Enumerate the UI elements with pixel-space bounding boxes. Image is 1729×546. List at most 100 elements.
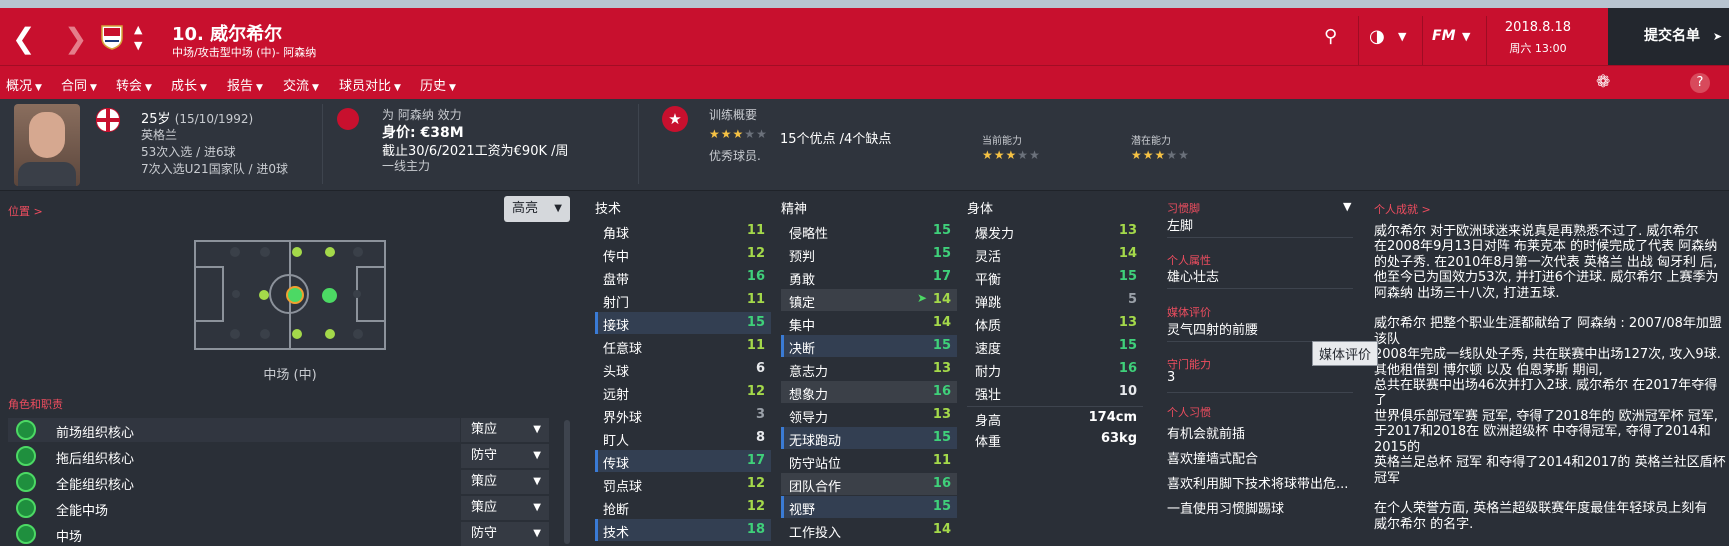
player-switch-arrows[interactable]: ▲ ▼	[134, 22, 142, 54]
tab-development[interactable]: 成长 ▼	[171, 75, 207, 94]
attribute-name: 接球	[603, 319, 630, 334]
side-chevron-down-icon[interactable]: ▼	[1343, 200, 1351, 213]
position-section-title[interactable]: 位置 >	[8, 203, 43, 219]
chevron-down-icon: ▼	[35, 83, 42, 93]
window-top-strip	[0, 0, 1729, 8]
fm-logo-icon[interactable]: FM	[1432, 28, 1456, 44]
highlight-dropdown[interactable]: 高亮 ▼	[504, 196, 570, 222]
attribute-row[interactable]: 界外球 3	[595, 404, 771, 426]
attribute-name: 意志力	[789, 365, 829, 380]
attribute-row[interactable]: 意志力 13	[781, 358, 957, 380]
fm-chevron-down-icon[interactable]: ▼	[1462, 30, 1470, 43]
roles-section-title: 角色和职责	[8, 398, 63, 411]
attribute-row[interactable]: 想象力 16	[781, 381, 957, 403]
role-row[interactable]: 中场 防守 ▼	[8, 522, 549, 546]
forward-arrow-icon[interactable]: ❯	[64, 22, 87, 55]
attribute-row[interactable]: 爆发力 13	[967, 220, 1143, 242]
globe-icon[interactable]: ◑	[1369, 26, 1385, 47]
chevron-up-icon[interactable]: ▲	[134, 22, 142, 38]
attribute-row[interactable]: 弹跳 5	[967, 289, 1143, 311]
attribute-row[interactable]: 灵活 14	[967, 243, 1143, 265]
tab-interaction[interactable]: 交流 ▼	[283, 75, 319, 94]
attribute-row[interactable]: 盯人 8	[595, 427, 771, 449]
duty-dropdown[interactable]: 策应 ▼	[461, 496, 549, 520]
attribute-row[interactable]: 传球 17	[595, 450, 771, 472]
tab-history[interactable]: 历史 ▼	[420, 75, 456, 94]
pitch-left-box	[196, 266, 224, 322]
attribute-row[interactable]: 罚点球 12	[595, 473, 771, 495]
attribute-value: 15	[932, 246, 951, 261]
attribute-row[interactable]: 抢断 12	[595, 496, 771, 518]
duty-dropdown[interactable]: 策应 ▼	[461, 418, 549, 442]
gk-ability-value: 3	[1167, 370, 1176, 385]
tab-reports[interactable]: 报告 ▼	[227, 75, 263, 94]
tab-label: 成长	[171, 79, 198, 94]
position-dot-good	[325, 247, 335, 257]
role-row[interactable]: 前场组织核心 策应 ▼	[8, 418, 549, 442]
attribute-name: 无球跑动	[789, 434, 842, 449]
attribute-row[interactable]: 耐力 16	[967, 358, 1143, 380]
attribute-row[interactable]: 强壮 10	[967, 381, 1143, 403]
attribute-name: 射门	[603, 296, 630, 311]
attribute-row[interactable]: 角球 11	[595, 220, 771, 242]
role-row[interactable]: 全能中场 策应 ▼	[8, 496, 549, 520]
help-icon[interactable]: ?	[1690, 73, 1710, 93]
attribute-row[interactable]: 盘带 16	[595, 266, 771, 288]
globe-chevron-down-icon[interactable]: ▼	[1398, 30, 1406, 43]
attribute-row[interactable]: 技术 18	[595, 519, 771, 541]
role-name: 中场	[56, 530, 83, 545]
attribute-row[interactable]: 射门 11	[595, 289, 771, 311]
attribute-row[interactable]: 防守站位 11	[781, 450, 957, 472]
roles-scrollbar[interactable]	[564, 420, 570, 544]
attribute-row[interactable]: 决断 15	[781, 335, 957, 357]
attribute-row[interactable]: 集中 14	[781, 312, 957, 334]
tab-transfer[interactable]: 转会 ▼	[116, 75, 152, 94]
search-icon[interactable]: ⚲	[1324, 26, 1337, 47]
attribute-row[interactable]: 平衡 15	[967, 266, 1143, 288]
attribute-name: 盯人	[603, 434, 630, 449]
attribute-value: 16	[932, 476, 951, 491]
chevron-down-icon: ▼	[200, 83, 207, 93]
attribute-row[interactable]: 镇定 14 ➤	[781, 289, 957, 311]
duty-label: 策应	[471, 474, 498, 489]
duty-dropdown[interactable]: 防守 ▼	[461, 522, 549, 546]
tab-compare[interactable]: 球员对比 ▼	[339, 75, 401, 94]
tab-overview[interactable]: 概况 ▼	[6, 75, 42, 102]
attribute-row[interactable]: 接球 15	[595, 312, 771, 334]
attribute-row[interactable]: 传中 12	[595, 243, 771, 265]
chevron-down-icon: ▼	[256, 83, 263, 93]
attribute-name: 平衡	[975, 273, 1002, 288]
attribute-row[interactable]: 预判 15	[781, 243, 957, 265]
attribute-name: 耐力	[975, 365, 1002, 380]
attribute-row[interactable]: 速度 15	[967, 335, 1143, 357]
game-date: 2018.8.18	[1504, 20, 1572, 35]
tab-contract[interactable]: 合同 ▼	[61, 75, 97, 94]
attribute-row[interactable]: 头球 6	[595, 358, 771, 380]
chevron-down-icon[interactable]: ▼	[134, 38, 142, 54]
paw-icon[interactable]: ❁	[1596, 72, 1610, 92]
duty-dropdown[interactable]: 策应 ▼	[461, 470, 549, 494]
submit-team-button[interactable]: 提交名单 ➤	[1608, 8, 1729, 65]
attribute-value: 17	[746, 453, 765, 468]
player-title: 10. 威尔希尔	[172, 24, 283, 45]
attribute-row[interactable]: 侵略性 15	[781, 220, 957, 242]
attribute-name: 抢断	[603, 503, 630, 518]
attribute-row[interactable]: 勇敢 17	[781, 266, 957, 288]
attribute-row[interactable]: 团队合作 16	[781, 473, 957, 495]
attribute-row[interactable]: 任意球 11	[595, 335, 771, 357]
tab-bar: 概况 ▼ 合同 ▼ 转会 ▼ 成长 ▼ 报告 ▼ 交流 ▼ 球员对比 ▼ 历史 ▼ ❁ ?	[0, 65, 1729, 102]
attribute-row[interactable]: 领导力 13	[781, 404, 957, 426]
attribute-row[interactable]: 视野 15	[781, 496, 957, 518]
role-row[interactable]: 全能组织核心 策应 ▼	[8, 470, 549, 494]
back-arrow-icon[interactable]: ❮	[12, 22, 35, 55]
star-empty-icon: ★	[1029, 148, 1041, 162]
attribute-row[interactable]: 无球跑动 15	[781, 427, 957, 449]
attribute-row[interactable]: 体质 13	[967, 312, 1143, 334]
duty-dropdown[interactable]: 防守 ▼	[461, 444, 549, 468]
attribute-row[interactable]: 工作投入 14	[781, 519, 957, 541]
achievements-title[interactable]: 个人成就 >	[1374, 201, 1431, 217]
current-ability-stars: ★★★★★	[982, 148, 1041, 162]
role-row[interactable]: 拖后组织核心 防守 ▼	[8, 444, 549, 468]
attribute-row[interactable]: 远射 12	[595, 381, 771, 403]
mental-title: 精神	[781, 202, 808, 217]
